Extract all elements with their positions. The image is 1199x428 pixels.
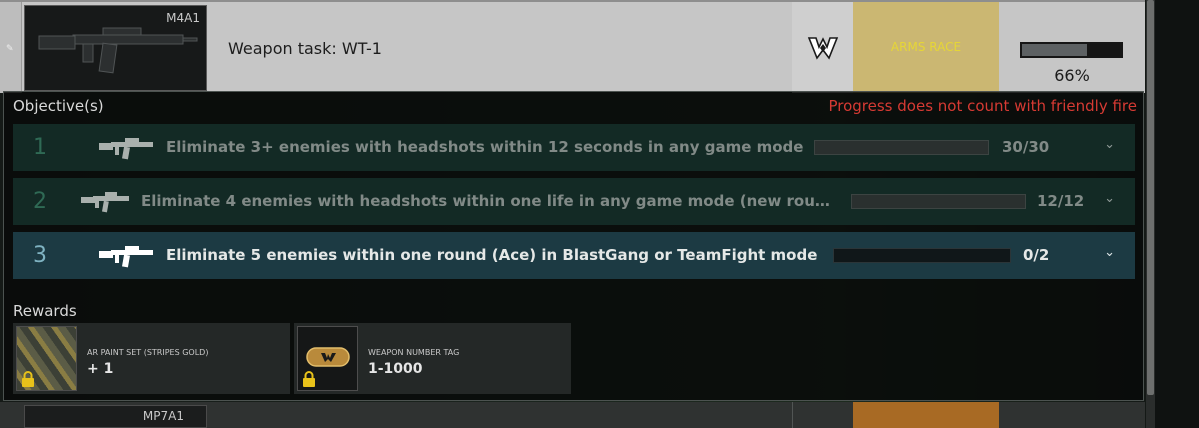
objective-row-2[interactable]: 2 Eliminate 4 enemies with headshots wit…	[13, 178, 1135, 225]
reward-value: + 1	[87, 361, 114, 377]
task-details-panel: Objective(s) Progress does not count wit…	[3, 91, 1144, 401]
task-progress-percent: 66%	[1054, 66, 1090, 85]
objectives-heading: Objective(s)	[13, 97, 104, 115]
paint-swatch-icon	[16, 326, 77, 391]
next-task-category-cell	[853, 402, 999, 428]
objective-number: 3	[33, 243, 47, 268]
lock-icon	[303, 371, 315, 387]
objective-count: 0/2	[1023, 246, 1050, 264]
objective-number: 1	[33, 135, 47, 160]
chevron-down-icon[interactable]: ⌄	[1104, 245, 1115, 260]
objective-text: Eliminate 5 enemies within one round (Ac…	[166, 246, 818, 264]
weapon-task-row[interactable]: ✎ M4A1 Weapon task: WT-1 ARMS RACE 66%	[0, 0, 1145, 93]
objective-progress-bar	[833, 248, 1011, 263]
reward-card-number-tag[interactable]: WEAPON NUMBER TAG 1-1000	[294, 323, 571, 394]
objective-row-1[interactable]: 1 Eliminate 3+ enemies with headshots wi…	[13, 124, 1135, 171]
task-progress: 66%	[999, 2, 1145, 93]
weapon-task-screen: ✎ M4A1 Weapon task: WT-1 ARMS RACE 66% O…	[0, 0, 1199, 428]
friendly-fire-warning: Progress does not count with friendly fi…	[828, 97, 1137, 115]
column-divider	[792, 402, 793, 428]
chevron-down-icon[interactable]: ⌄	[1104, 137, 1115, 152]
task-badge	[792, 2, 853, 93]
smg-icon	[81, 192, 129, 213]
objective-progress-bar	[851, 194, 1026, 209]
weapon-thumbnail: MP7A1	[24, 405, 207, 428]
reward-value: 1-1000	[368, 361, 423, 377]
rifle-icon	[38, 27, 198, 74]
task-progress-fill	[1022, 44, 1088, 56]
scrollbar-thumb[interactable]	[1147, 0, 1154, 395]
row-handle[interactable]: ✎	[0, 2, 22, 93]
objective-number: 2	[33, 189, 47, 214]
weapon-model-label: MP7A1	[142, 409, 184, 423]
chevron-down-icon[interactable]: ⌄	[1104, 191, 1115, 206]
rewards-heading: Rewards	[13, 302, 77, 320]
lock-icon	[22, 371, 34, 387]
task-title: Weapon task: WT-1	[228, 39, 382, 58]
edit-icon: ✎	[6, 44, 14, 54]
reward-card-paint[interactable]: AR PAINT SET (STRIPES GOLD) + 1	[13, 323, 290, 394]
objective-progress-bar	[814, 140, 989, 155]
reward-name: AR PAINT SET (STRIPES GOLD)	[87, 348, 209, 357]
task-category-label: ARMS RACE	[853, 2, 999, 93]
rifle-icon	[99, 138, 153, 160]
right-edge	[1155, 0, 1199, 428]
objective-text: Eliminate 4 enemies with headshots withi…	[141, 192, 830, 210]
objective-text: Eliminate 3+ enemies with headshots with…	[166, 138, 804, 156]
rifle-icon	[99, 246, 153, 268]
weapon-thumbnail: M4A1	[24, 5, 207, 91]
warface-logo-icon	[807, 37, 839, 60]
objective-row-3[interactable]: 3 Eliminate 5 enemies within one round (…	[13, 232, 1135, 279]
objective-count: 30/30	[1002, 138, 1050, 156]
number-tag-icon	[297, 326, 358, 391]
objective-count: 12/12	[1037, 192, 1085, 210]
task-progress-bar	[1020, 42, 1123, 58]
gold-tag-icon	[306, 347, 350, 367]
reward-name: WEAPON NUMBER TAG	[368, 348, 460, 357]
